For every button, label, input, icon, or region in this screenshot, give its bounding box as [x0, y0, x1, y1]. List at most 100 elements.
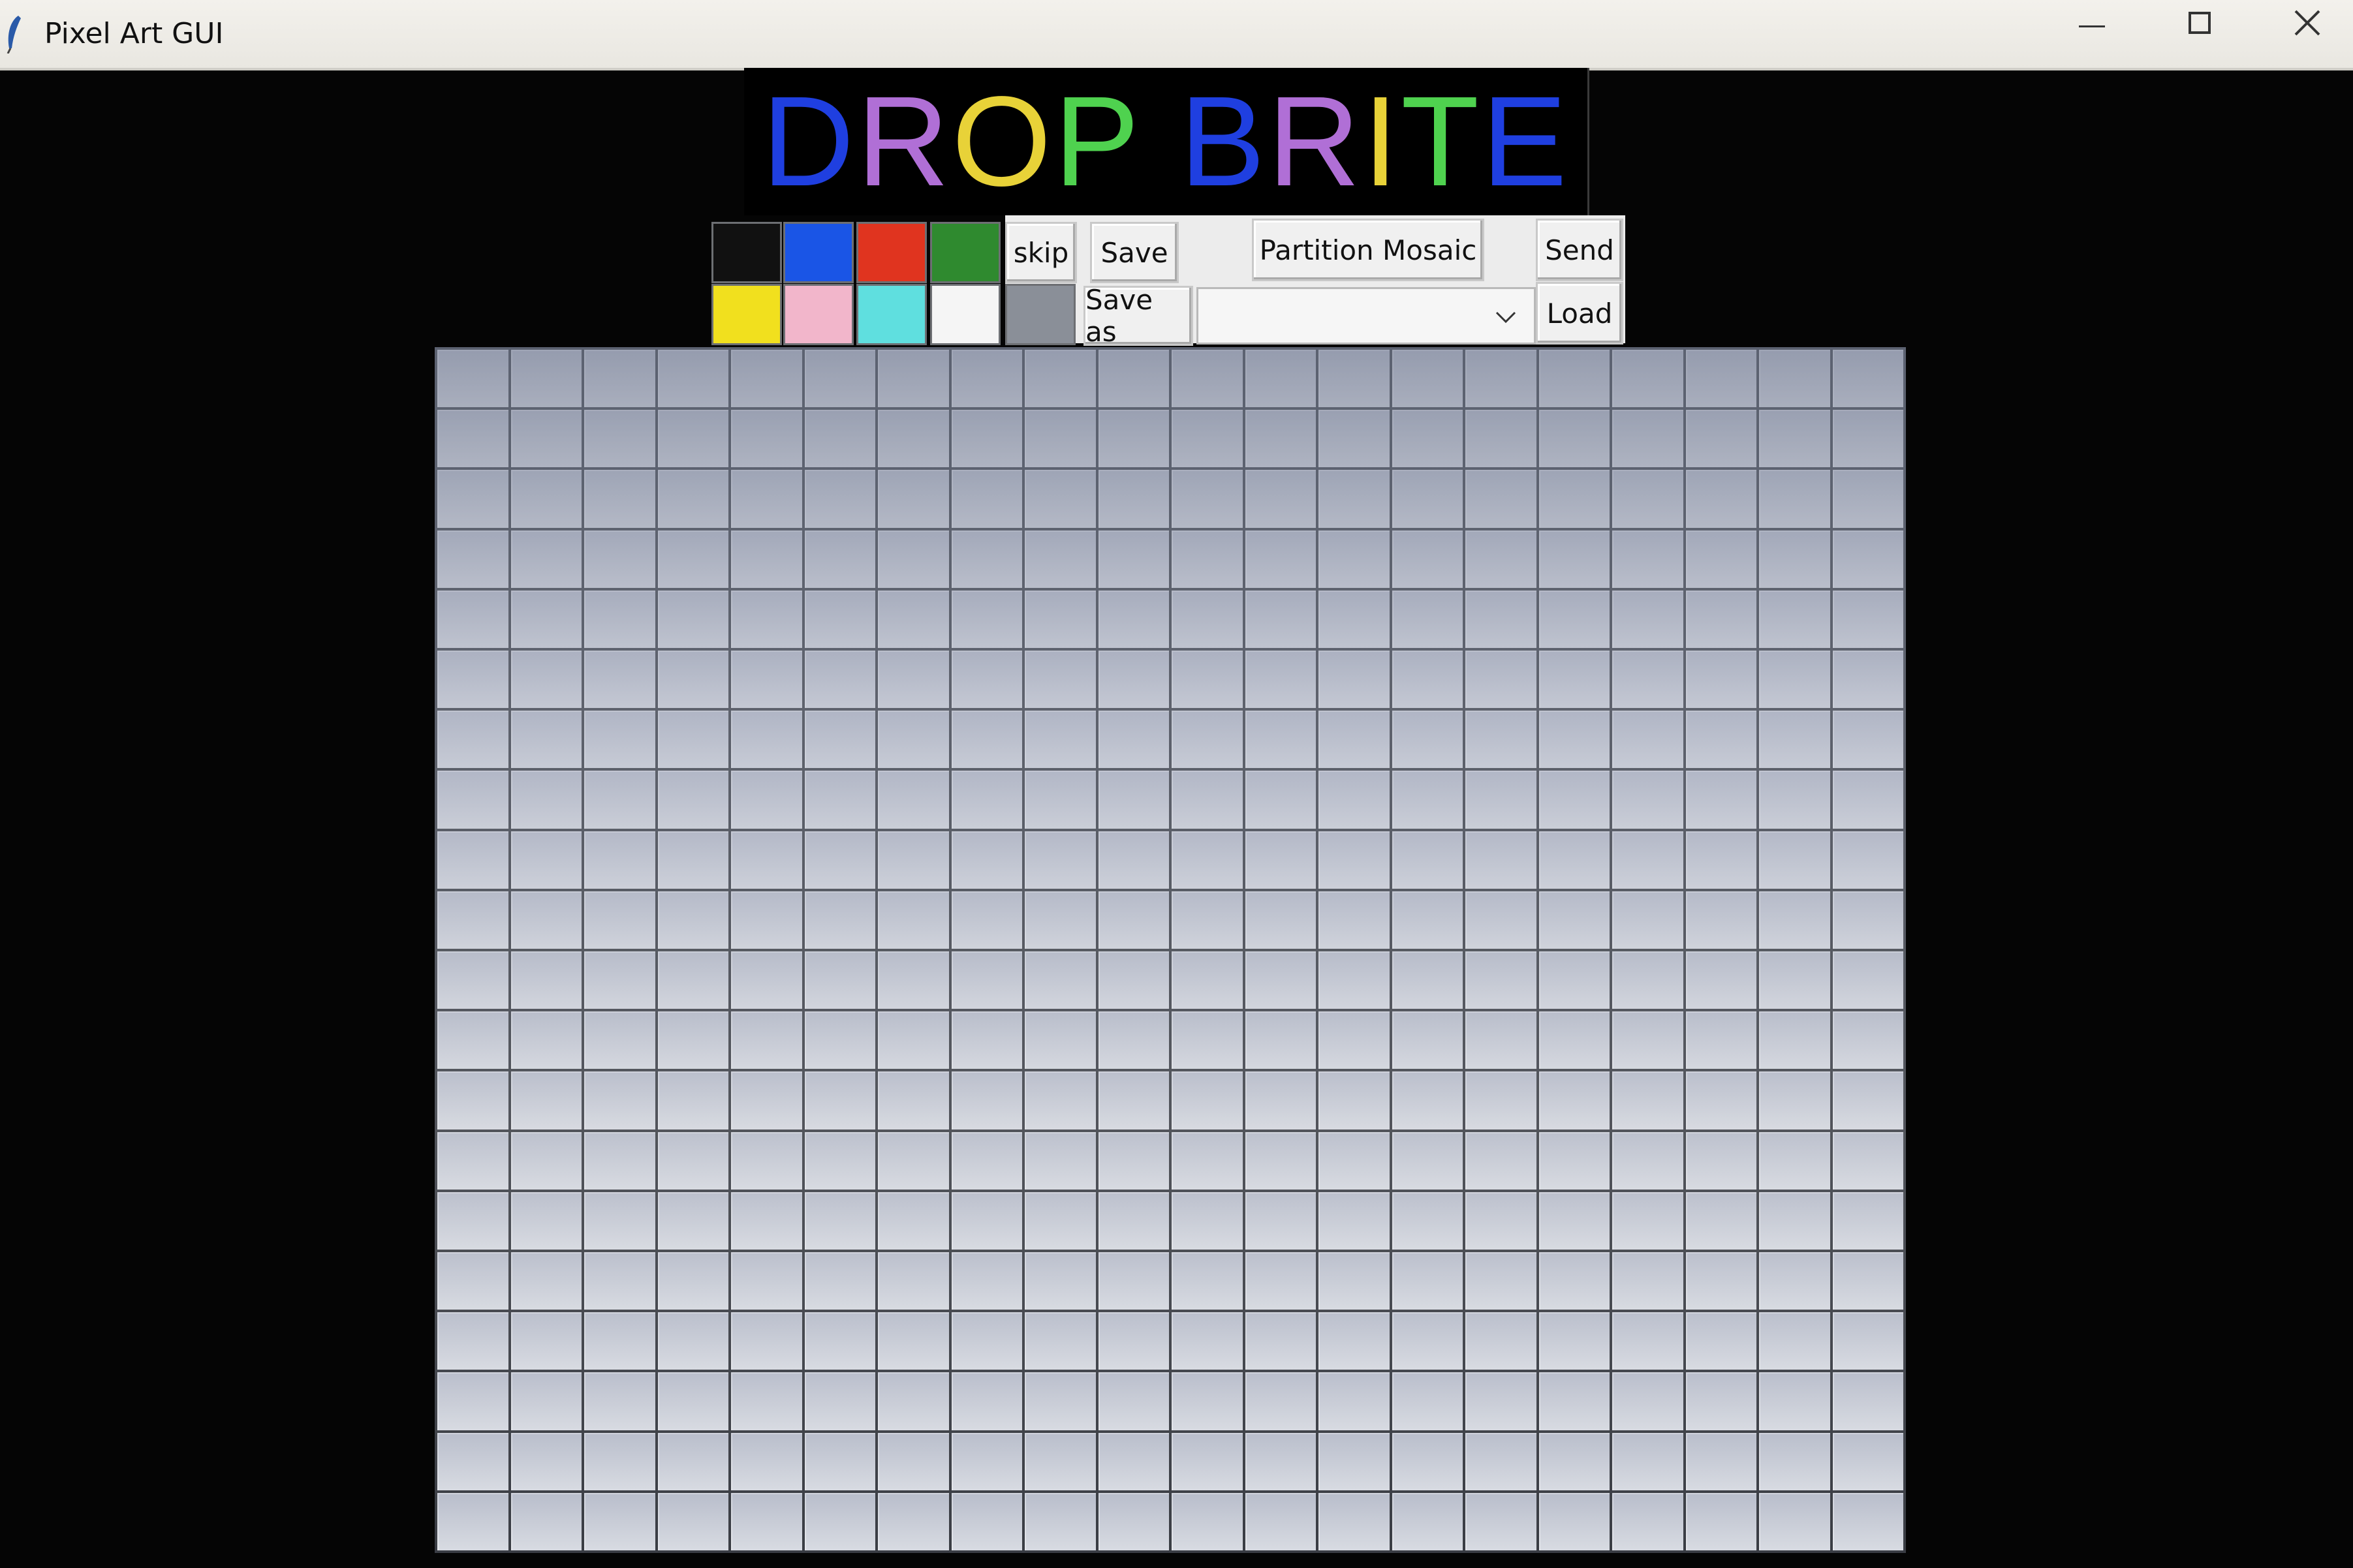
- pixel-cell[interactable]: [1025, 590, 1096, 648]
- pixel-cell[interactable]: [437, 951, 508, 1009]
- pixel-cell[interactable]: [1172, 350, 1243, 408]
- pixel-cell[interactable]: [584, 1011, 655, 1069]
- pixel-cell[interactable]: [1392, 951, 1463, 1009]
- pixel-cell[interactable]: [1538, 470, 1610, 528]
- pixel-cell[interactable]: [1685, 1252, 1756, 1310]
- pixel-cell[interactable]: [584, 771, 655, 829]
- pixel-cell[interactable]: [1759, 951, 1830, 1009]
- pixel-cell[interactable]: [1465, 831, 1536, 889]
- pixel-cell[interactable]: [1685, 650, 1756, 709]
- pixel-cell[interactable]: [804, 350, 875, 408]
- pixel-cell[interactable]: [804, 590, 875, 648]
- pixel-cell[interactable]: [510, 771, 582, 829]
- pixel-cell[interactable]: [657, 1011, 728, 1069]
- pixel-cell[interactable]: [1098, 1011, 1169, 1069]
- pixel-cell[interactable]: [878, 1312, 949, 1370]
- pixel-cell[interactable]: [1098, 350, 1169, 408]
- pixel-cell[interactable]: [1318, 1191, 1390, 1250]
- pixel-cell[interactable]: [1392, 1191, 1463, 1250]
- pixel-cell[interactable]: [1245, 470, 1316, 528]
- pixel-cell[interactable]: [1318, 831, 1390, 889]
- pixel-cell[interactable]: [1465, 1372, 1536, 1430]
- pixel-cell[interactable]: [1832, 1432, 1903, 1490]
- pixel-cell[interactable]: [1318, 951, 1390, 1009]
- pixel-cell[interactable]: [657, 1372, 728, 1430]
- pixel-cell[interactable]: [878, 650, 949, 709]
- pixel-cell[interactable]: [1392, 1372, 1463, 1430]
- pixel-cell[interactable]: [804, 1191, 875, 1250]
- pixel-cell[interactable]: [1172, 1312, 1243, 1370]
- pixel-cell[interactable]: [1612, 1312, 1683, 1370]
- pixel-cell[interactable]: [1465, 590, 1536, 648]
- pixel-cell[interactable]: [1392, 1252, 1463, 1310]
- pixel-cell[interactable]: [1172, 1191, 1243, 1250]
- pixel-cell[interactable]: [1759, 1252, 1830, 1310]
- pixel-cell[interactable]: [657, 530, 728, 588]
- pixel-cell[interactable]: [1612, 711, 1683, 769]
- pixel-cell[interactable]: [510, 891, 582, 949]
- pixel-cell[interactable]: [1098, 831, 1169, 889]
- pixel-cell[interactable]: [1025, 410, 1096, 468]
- pixel-cell[interactable]: [437, 1372, 508, 1430]
- pixel-cell[interactable]: [1538, 410, 1610, 468]
- pixel-cell[interactable]: [731, 350, 802, 408]
- pixel-cell[interactable]: [1025, 1252, 1096, 1310]
- pixel-cell[interactable]: [731, 1372, 802, 1430]
- pixel-cell[interactable]: [1318, 1071, 1390, 1130]
- pixel-cell[interactable]: [1685, 711, 1756, 769]
- pixel-cell[interactable]: [1392, 891, 1463, 949]
- pixel-cell[interactable]: [1685, 771, 1756, 829]
- pixel-cell[interactable]: [1172, 711, 1243, 769]
- pixel-cell[interactable]: [657, 951, 728, 1009]
- pixel-cell[interactable]: [1098, 1372, 1169, 1430]
- pixel-cell[interactable]: [1685, 1492, 1756, 1550]
- pixel-cell[interactable]: [1025, 1191, 1096, 1250]
- pixel-cell[interactable]: [731, 831, 802, 889]
- pixel-cell[interactable]: [951, 1191, 1022, 1250]
- pixel-cell[interactable]: [1832, 470, 1903, 528]
- pixel-cell[interactable]: [657, 470, 728, 528]
- pixel-cell[interactable]: [1392, 771, 1463, 829]
- pixel-cell[interactable]: [951, 891, 1022, 949]
- pixel-cell[interactable]: [584, 1252, 655, 1310]
- pixel-cell[interactable]: [804, 1312, 875, 1370]
- pixel-cell[interactable]: [584, 1432, 655, 1490]
- pixel-cell[interactable]: [951, 650, 1022, 709]
- pixel-cell[interactable]: [1759, 1432, 1830, 1490]
- pixel-cell[interactable]: [1538, 951, 1610, 1009]
- pixel-cell[interactable]: [657, 771, 728, 829]
- pixel-cell[interactable]: [1318, 1492, 1390, 1550]
- pixel-cell[interactable]: [1392, 650, 1463, 709]
- pixel-cell[interactable]: [1832, 951, 1903, 1009]
- send-button[interactable]: Send: [1536, 219, 1623, 281]
- pixel-cell[interactable]: [1538, 1252, 1610, 1310]
- pixel-cell[interactable]: [437, 1071, 508, 1130]
- pixel-cell[interactable]: [1465, 350, 1536, 408]
- pixel-cell[interactable]: [878, 1492, 949, 1550]
- pixel-cell[interactable]: [1025, 350, 1096, 408]
- pixel-cell[interactable]: [584, 1492, 655, 1550]
- pixel-cell[interactable]: [1025, 831, 1096, 889]
- pixel-cell[interactable]: [437, 350, 508, 408]
- pixel-cell[interactable]: [1832, 1011, 1903, 1069]
- pixel-cell[interactable]: [1025, 951, 1096, 1009]
- pixel-cell[interactable]: [1685, 1312, 1756, 1370]
- pixel-cell[interactable]: [437, 1432, 508, 1490]
- pixel-cell[interactable]: [951, 410, 1022, 468]
- pixel-cell[interactable]: [1612, 1372, 1683, 1430]
- pixel-cell[interactable]: [437, 1131, 508, 1190]
- pixel-cell[interactable]: [1465, 1191, 1536, 1250]
- pixel-cell[interactable]: [1098, 590, 1169, 648]
- pixel-cell[interactable]: [951, 1011, 1022, 1069]
- chevron-down-icon[interactable]: [1489, 301, 1522, 333]
- pixel-cell[interactable]: [1392, 590, 1463, 648]
- pixel-cell[interactable]: [510, 530, 582, 588]
- pixel-cell[interactable]: [731, 530, 802, 588]
- pixel-cell[interactable]: [1538, 891, 1610, 949]
- pixel-cell[interactable]: [1612, 650, 1683, 709]
- pixel-cell[interactable]: [804, 951, 875, 1009]
- pixel-cell[interactable]: [1465, 771, 1536, 829]
- pixel-cell[interactable]: [584, 1191, 655, 1250]
- pixel-cell[interactable]: [657, 650, 728, 709]
- pixel-cell[interactable]: [731, 470, 802, 528]
